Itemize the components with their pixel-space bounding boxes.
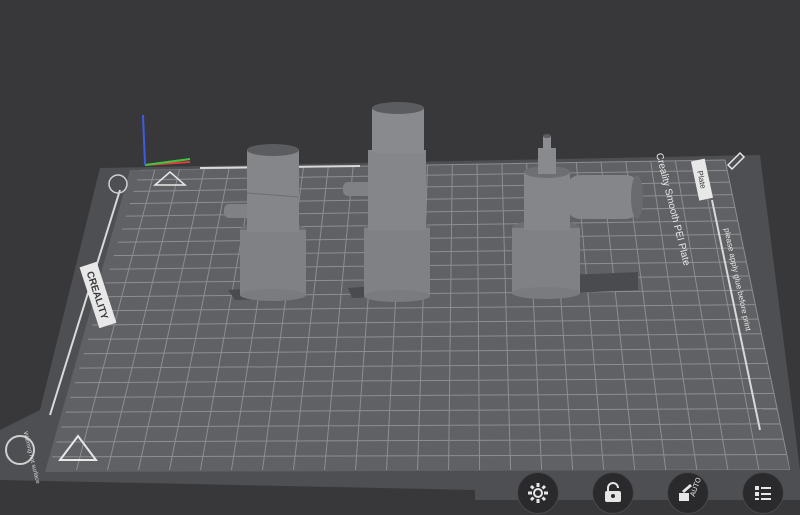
viewport-toolbar: AUTO [500, 470, 800, 515]
settings-button[interactable] [516, 471, 559, 514]
3d-viewport[interactable]: CREALITY Creality Smooth PEI Plate pleas… [0, 0, 800, 515]
auto-label: AUTO [688, 475, 703, 498]
scene-canvas[interactable]: CREALITY Creality Smooth PEI Plate pleas… [0, 0, 800, 515]
lock-icon [604, 481, 621, 502]
menu-button[interactable] [741, 471, 784, 514]
lock-button[interactable] [591, 471, 634, 514]
gear-icon [527, 482, 548, 503]
z-axis [142, 114, 146, 166]
auto-arrange-button[interactable]: AUTO [666, 471, 709, 514]
list-icon [754, 485, 771, 500]
